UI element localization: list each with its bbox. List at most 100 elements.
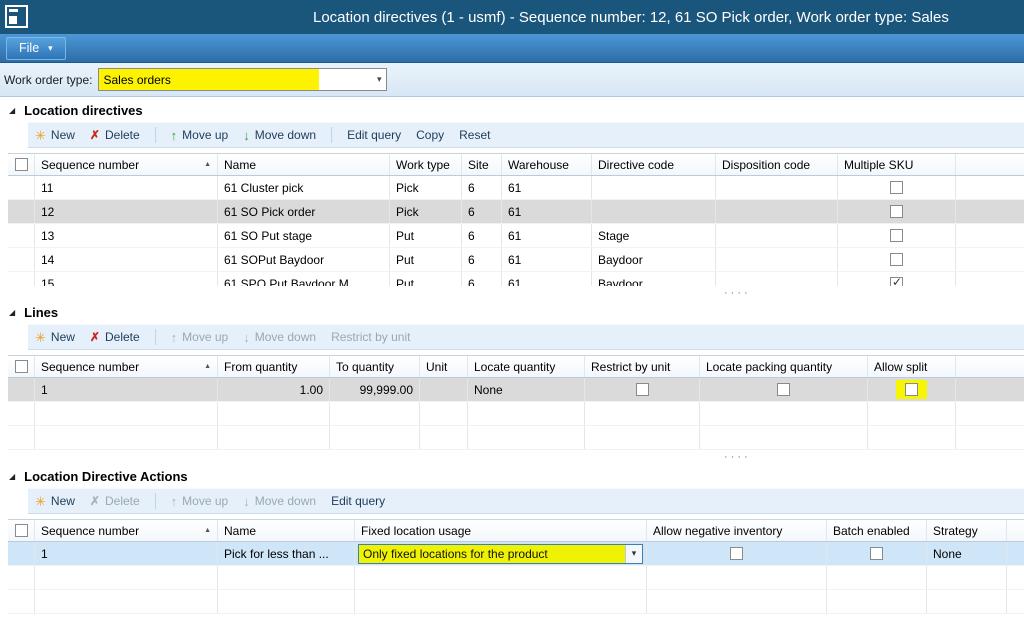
new-button[interactable]: ✳ New [35, 330, 75, 344]
multiple-sku-checkbox[interactable] [890, 277, 903, 286]
restrict-by-unit-checkbox[interactable] [636, 383, 649, 396]
column-header-locate-packing-quantity[interactable]: Locate packing quantity [700, 356, 868, 377]
column-header-sequence-number[interactable]: Sequence number▲ [35, 520, 218, 541]
arrow-down-icon: ↓ [243, 129, 250, 142]
table-row[interactable]: 11 61 Cluster pick Pick 6 61 [8, 176, 1024, 200]
table-row[interactable]: 13 61 SO Put stage Put 6 61 Stage [8, 224, 1024, 248]
select-all-checkbox[interactable] [15, 360, 28, 373]
empty-cell [647, 590, 827, 613]
column-header-multiple-sku[interactable]: Multiple SKU [838, 154, 956, 175]
new-icon: ✳ [35, 129, 46, 142]
work-order-type-select[interactable]: Sales orders ▾ [98, 68, 387, 91]
splitter-handle[interactable]: ···· [0, 450, 1024, 463]
collapse-triangle-icon[interactable]: ◢ [9, 472, 15, 481]
empty-cell [218, 402, 330, 425]
column-header-allow-split[interactable]: Allow split [868, 356, 956, 377]
column-header-from-quantity[interactable]: From quantity [218, 356, 330, 377]
cell-directive-code [592, 176, 716, 199]
delete-button[interactable]: ✗ Delete [90, 128, 140, 142]
batch-enabled-checkbox[interactable] [870, 547, 883, 560]
column-header-sequence-number[interactable]: Sequence number▲ [35, 154, 218, 175]
collapse-triangle-icon[interactable]: ◢ [9, 106, 15, 115]
cell-multiple-sku [838, 248, 956, 271]
edit-query-button[interactable]: Edit query [347, 128, 401, 142]
edit-query-button[interactable]: Edit query [331, 494, 385, 508]
column-header-fixed-location-usage[interactable]: Fixed location usage [355, 520, 647, 541]
table-row[interactable]: 14 61 SOPut Baydoor Put 6 61 Baydoor [8, 248, 1024, 272]
column-header-sequence-number[interactable]: Sequence number▲ [35, 356, 218, 377]
empty-cell [585, 426, 700, 449]
cell-work-type: Put [390, 224, 462, 247]
column-header-warehouse[interactable]: Warehouse [502, 154, 592, 175]
multiple-sku-checkbox[interactable] [890, 181, 903, 194]
fixed-location-usage-select[interactable]: Only fixed locations for the product ▾ [358, 544, 643, 564]
section-title: Lines [24, 305, 58, 320]
column-header-to-quantity[interactable]: To quantity [330, 356, 420, 377]
move-up-label: Move up [182, 494, 228, 508]
allow-split-checkbox[interactable] [905, 383, 918, 396]
app-icon [5, 5, 28, 28]
cell-to-quantity: 99,999.00 [330, 378, 420, 401]
new-button[interactable]: ✳ New [35, 128, 75, 142]
table-row[interactable]: 15 61 SPO Put Baydoor M... Put 6 61 Bayd… [8, 272, 1024, 286]
multiple-sku-checkbox[interactable] [890, 205, 903, 218]
multiple-sku-checkbox[interactable] [890, 253, 903, 266]
column-header-locate-quantity[interactable]: Locate quantity [468, 356, 585, 377]
column-header-unit[interactable]: Unit [420, 356, 468, 377]
grid-body: 11 61 Cluster pick Pick 6 61 12 61 SO Pi… [8, 176, 1024, 286]
select-all-header-cell [8, 154, 35, 175]
multiple-sku-checkbox[interactable] [890, 229, 903, 242]
chevron-down-icon[interactable]: ▾ [625, 545, 642, 563]
cell-filler [956, 248, 1024, 271]
empty-cell [355, 590, 647, 613]
cell-sequence-number: 12 [35, 200, 218, 223]
column-header-name[interactable]: Name [218, 154, 390, 175]
cell-filler [956, 378, 1024, 401]
cell-name: 61 SO Put stage [218, 224, 390, 247]
splitter-handle[interactable]: ···· [0, 286, 1024, 299]
file-menu-button[interactable]: File ▾ [6, 37, 66, 60]
collapse-triangle-icon[interactable]: ◢ [9, 308, 15, 317]
empty-cell [8, 426, 35, 449]
empty-cell [868, 426, 956, 449]
move-down-button[interactable]: ↓ Move down [243, 128, 316, 142]
locate-packing-quantity-checkbox[interactable] [777, 383, 790, 396]
new-button[interactable]: ✳ New [35, 494, 75, 508]
column-header-allow-negative-inventory[interactable]: Allow negative inventory [647, 520, 827, 541]
delete-label: Delete [105, 128, 140, 142]
new-label: New [51, 494, 75, 508]
reset-button[interactable]: Reset [459, 128, 490, 142]
empty-cell [468, 426, 585, 449]
work-order-type-label: Work order type: [4, 73, 92, 87]
select-all-header-cell [8, 520, 35, 541]
column-header-site[interactable]: Site [462, 154, 502, 175]
arrow-down-icon: ↓ [243, 495, 250, 508]
column-header-batch-enabled[interactable]: Batch enabled [827, 520, 927, 541]
table-row[interactable]: 1 1.00 99,999.00 None [8, 378, 1024, 402]
table-row[interactable]: 12 61 SO Pick order Pick 6 61 [8, 200, 1024, 224]
cell-disposition-code [716, 248, 838, 271]
column-header-work-type[interactable]: Work type [390, 154, 462, 175]
move-down-button: ↓ Move down [243, 494, 316, 508]
delete-button[interactable]: ✗ Delete [90, 330, 140, 344]
sort-ascending-icon: ▲ [200, 527, 211, 534]
column-header-filler [956, 154, 1024, 175]
column-header-strategy[interactable]: Strategy [927, 520, 1007, 541]
select-all-checkbox[interactable] [15, 158, 28, 171]
column-header-directive-code[interactable]: Directive code [592, 154, 716, 175]
column-header-restrict-by-unit[interactable]: Restrict by unit [585, 356, 700, 377]
copy-button[interactable]: Copy [416, 128, 444, 142]
allow-negative-inventory-checkbox[interactable] [730, 547, 743, 560]
select-all-header-cell [8, 356, 35, 377]
arrow-down-icon: ↓ [243, 331, 250, 344]
move-down-button: ↓ Move down [243, 330, 316, 344]
column-header-name[interactable]: Name [218, 520, 355, 541]
table-row[interactable]: 1 Pick for less than ... Only fixed loca… [8, 542, 1024, 566]
move-up-button[interactable]: ↑ Move up [171, 128, 229, 142]
select-all-checkbox[interactable] [15, 524, 28, 537]
grid-body: 1 1.00 99,999.00 None [8, 378, 1024, 450]
cell-sequence-number: 1 [35, 542, 218, 565]
cell-name: 61 SPO Put Baydoor M... [218, 272, 390, 286]
column-header-disposition-code[interactable]: Disposition code [716, 154, 838, 175]
section-header-location-directive-actions: ◢ Location Directive Actions [0, 463, 1024, 488]
